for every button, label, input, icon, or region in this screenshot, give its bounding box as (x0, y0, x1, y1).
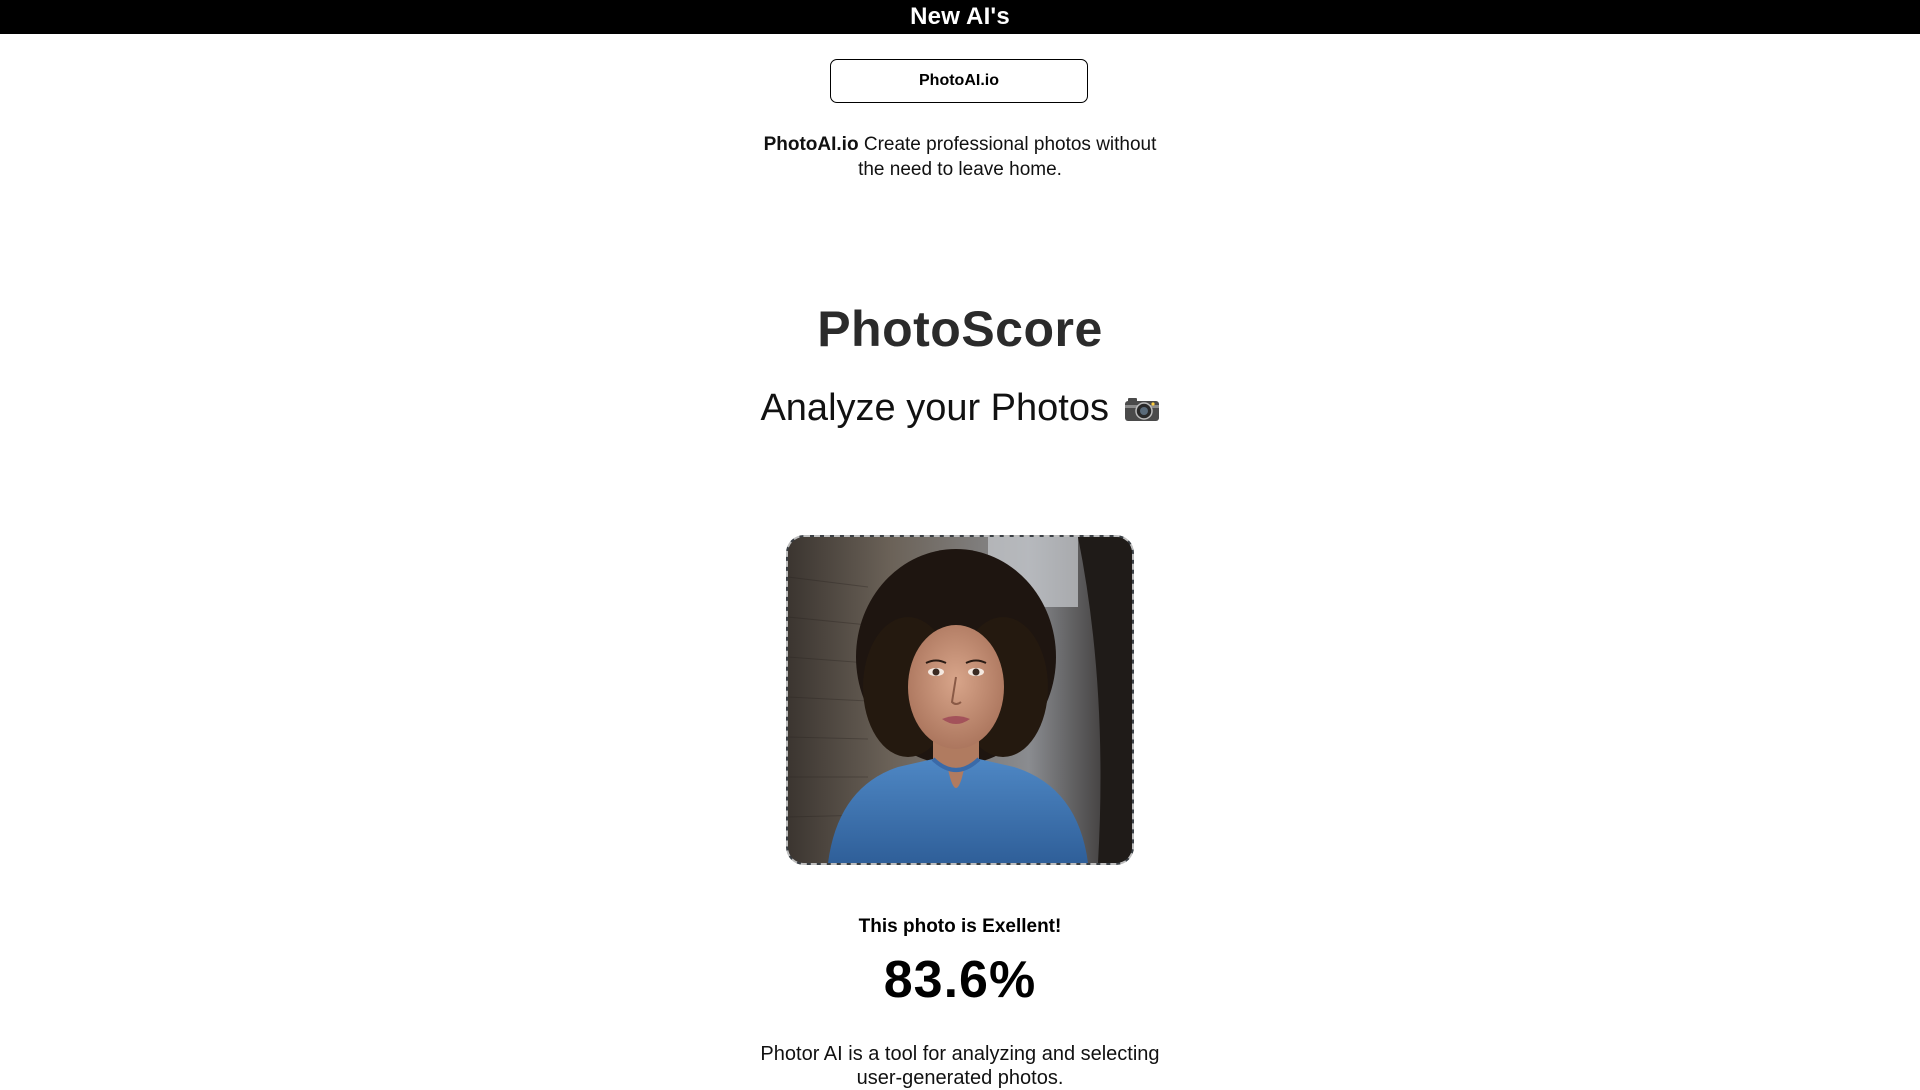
promo-description: PhotoAI.io Create professional photos wi… (760, 132, 1160, 182)
photo-score: 83.6% (883, 951, 1037, 1009)
photo-upload-dropzone[interactable] (786, 535, 1134, 865)
result-label: This photo is Exellent! (858, 916, 1062, 937)
top-banner: New AI's (0, 0, 1920, 34)
tool-description: Photor AI is a tool for analyzing and se… (760, 1043, 1160, 1089)
photoai-link-button[interactable]: PhotoAI.io (830, 59, 1088, 103)
promo-tagline: Create professional photos without the n… (858, 134, 1157, 180)
subtitle-text: Analyze your Photos (760, 387, 1109, 429)
uploaded-photo (788, 537, 1132, 863)
photoai-button-label: PhotoAI.io (919, 72, 999, 89)
promo-brand: PhotoAI.io (763, 134, 859, 155)
camera-icon (1124, 385, 1160, 421)
banner-title: New AI's (910, 3, 1010, 30)
page-subtitle: Analyze your Photos (760, 383, 1160, 433)
page-title: PhotoScore (817, 301, 1103, 357)
